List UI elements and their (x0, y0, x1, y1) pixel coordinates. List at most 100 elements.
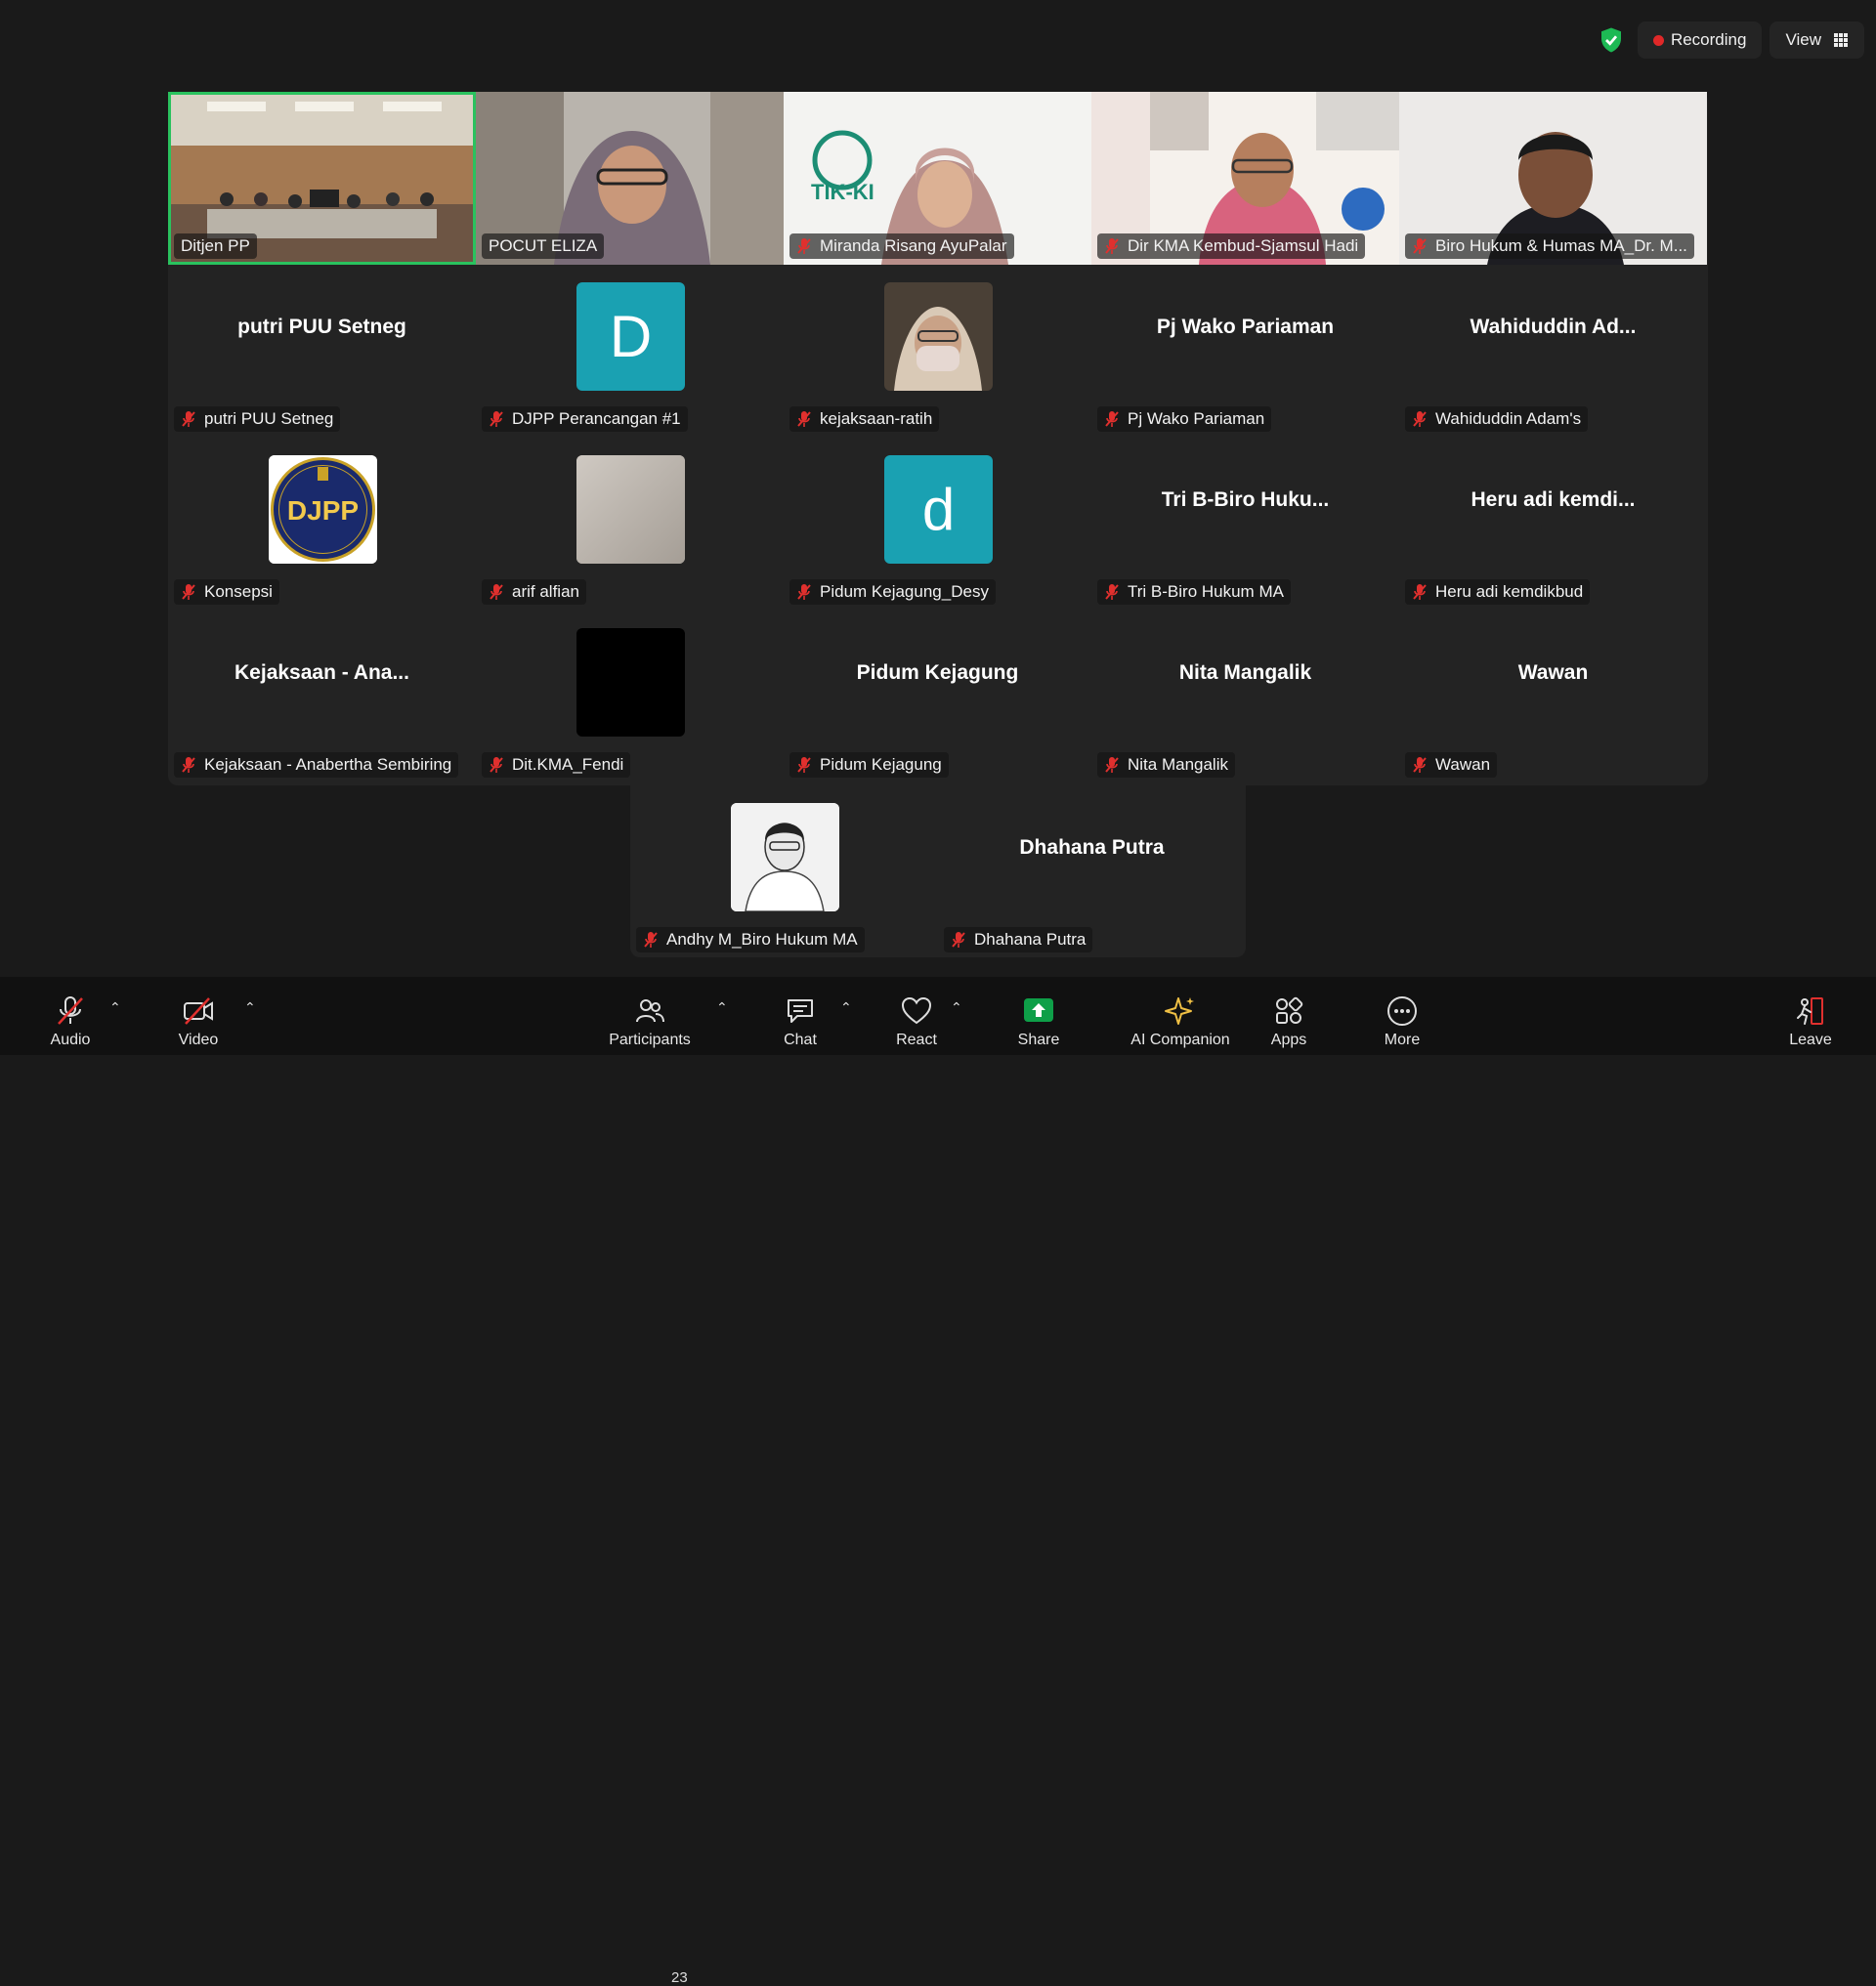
participants-count: 23 (671, 1969, 688, 1986)
audio-button[interactable]: Audio (17, 985, 124, 1049)
chat-options-chevron-icon[interactable]: ⌃ (840, 999, 852, 1016)
audio-options-chevron-icon[interactable]: ⌃ (109, 999, 121, 1016)
participant-name-tag: Wahiduddin Adam's (1405, 406, 1589, 432)
participant-name-tag: Heru adi kemdikbud (1405, 579, 1591, 605)
recording-dot-icon (1652, 34, 1664, 46)
avatar (576, 628, 685, 737)
participant-name-tag: Dir KMA Kembud-Sjamsul Hadi (1097, 233, 1366, 259)
participant-tile[interactable]: Dit.KMA_Fendi (476, 611, 784, 783)
participant-tile[interactable]: Kejaksaan - Ana... Kejaksaan - Anabertha… (168, 611, 476, 783)
avatar (731, 803, 839, 911)
ai-companion-label: AI Companion (1130, 1032, 1230, 1048)
participant-display-name: putri PUU Setneg (237, 316, 406, 338)
leave-button[interactable]: Leave (1757, 985, 1864, 1049)
grid-view-icon (1834, 33, 1848, 47)
video-tile-pocut-eliza[interactable]: POCUT ELIZA (476, 92, 784, 265)
recording-label: Recording (1670, 30, 1747, 49)
profile-photo (884, 282, 993, 391)
djpp-logo: DJPP (269, 455, 377, 564)
participant-tile[interactable]: Andhy M_Biro Hukum MA (630, 785, 938, 958)
profile-photo (731, 803, 839, 911)
more-button[interactable]: More (1348, 985, 1456, 1049)
participant-name: putri PUU Setneg (204, 409, 334, 428)
apps-button[interactable]: Apps (1235, 985, 1343, 1049)
mic-muted-icon (1105, 238, 1119, 254)
mic-muted-icon (182, 584, 195, 600)
video-off-icon (184, 997, 213, 1025)
participant-display-name: Wahiduddin Ad... (1470, 316, 1637, 338)
more-label: More (1384, 1032, 1421, 1048)
participant-tile[interactable]: putri PUU Setneg putri PUU Setneg (168, 265, 476, 438)
participant-name: Pj Wako Pariaman (1128, 409, 1265, 428)
video-tile-biro-hukum[interactable]: Biro Hukum & Humas MA_Dr. M... (1399, 92, 1707, 265)
participant-name-tag: POCUT ELIZA (482, 233, 605, 259)
video-tile-miranda[interactable]: TIK-KI Miranda Risang AyuPalar (784, 92, 1091, 265)
mic-muted-icon (490, 757, 503, 773)
chat-icon (788, 999, 813, 1023)
video-tile-ditjen-pp[interactable]: Ditjen PP (168, 92, 476, 265)
mic-muted-icon (644, 932, 658, 948)
participant-tile[interactable]: Wawan Wawan (1399, 611, 1707, 783)
participant-tile[interactable]: Wahiduddin Ad... Wahiduddin Adam's (1399, 265, 1707, 438)
react-button[interactable]: React (863, 985, 970, 1049)
participant-tile[interactable]: arif alfian (476, 438, 784, 611)
participant-name-tag: DJPP Perancangan #1 (482, 406, 688, 432)
video-tile-dir-kma[interactable]: Dir KMA Kembud-Sjamsul Hadi (1091, 92, 1399, 265)
participant-name: Tri B-Biro Hukum MA (1128, 582, 1284, 601)
participants-options-chevron-icon[interactable]: ⌃ (716, 999, 728, 1016)
participant-tile[interactable]: D DJPP Perancangan #1 (476, 265, 784, 438)
participant-name-tag: Biro Hukum & Humas MA_Dr. M... (1405, 233, 1694, 259)
mic-muted-icon (1413, 411, 1427, 427)
heart-icon (901, 996, 932, 1025)
participant-name-tag: Pj Wako Pariaman (1097, 406, 1272, 432)
participant-tile[interactable]: Tri B-Biro Huku... Tri B-Biro Hukum MA (1091, 438, 1399, 611)
audio-label: Audio (50, 1032, 91, 1048)
svg-text:TIK-KI: TIK-KI (811, 180, 874, 204)
share-button[interactable]: Share (985, 985, 1092, 1049)
chat-button[interactable]: Chat (746, 985, 854, 1049)
video-options-chevron-icon[interactable]: ⌃ (244, 999, 256, 1016)
participant-name-tag: Tri B-Biro Hukum MA (1097, 579, 1291, 605)
participant-tile[interactable]: Pj Wako Pariaman Pj Wako Pariaman (1091, 265, 1399, 438)
mic-muted-icon (1413, 238, 1427, 254)
view-button[interactable]: View (1769, 21, 1864, 59)
react-options-chevron-icon[interactable]: ⌃ (951, 999, 962, 1016)
participant-display-name: Pj Wako Pariaman (1156, 316, 1335, 338)
participant-name-tag: arif alfian (482, 579, 586, 605)
participant-display-name: Wawan (1517, 661, 1589, 684)
mic-muted-icon (797, 411, 811, 427)
participant-name-tag: Dhahana Putra (944, 927, 1093, 952)
mic-muted-icon (1413, 757, 1427, 773)
svg-text:DJPP: DJPP (287, 495, 359, 526)
avatar: d (884, 455, 993, 564)
gallery-grid: Ditjen PP POCUT ELIZA TIK-KI Miranda Ris… (168, 92, 1708, 785)
participant-display-name: Nita Mangalik (1178, 661, 1312, 684)
video-label: Video (178, 1032, 219, 1048)
participant-display-name: Pidum Kejagung (856, 661, 1019, 684)
participant-tile[interactable]: DJPP Konsepsi (168, 438, 476, 611)
participant-name: Dhahana Putra (974, 930, 1087, 949)
participant-tile[interactable]: d Pidum Kejagung_Desy (784, 438, 1091, 611)
share-screen-icon (1024, 998, 1053, 1022)
mic-muted-icon (1105, 411, 1119, 427)
video-button[interactable]: Video (145, 985, 252, 1049)
participant-name: Wahiduddin Adam's (1435, 409, 1582, 428)
participants-button[interactable]: Participants (596, 985, 704, 1049)
participant-name-tag: Kejaksaan - Anabertha Sembiring (174, 752, 459, 778)
participant-name: Miranda Risang AyuPalar (820, 236, 1007, 255)
participant-name-tag: Konsepsi (174, 579, 279, 605)
participant-tile[interactable]: Heru adi kemdi... Heru adi kemdikbud (1399, 438, 1707, 611)
participant-name-tag: Wawan (1405, 752, 1498, 778)
security-shield-icon[interactable] (1597, 25, 1626, 55)
participant-tile[interactable]: Nita Mangalik Nita Mangalik (1091, 611, 1399, 783)
chat-label: Chat (784, 1032, 817, 1048)
participant-name: Pidum Kejagung_Desy (820, 582, 989, 601)
participant-tile[interactable]: Dhahana Putra Dhahana Putra (938, 785, 1246, 958)
participant-tile[interactable]: kejaksaan-ratih (784, 265, 1091, 438)
share-label: Share (1017, 1032, 1060, 1048)
participant-name: Heru adi kemdikbud (1435, 582, 1584, 601)
mic-muted-icon (797, 757, 811, 773)
participant-tile[interactable]: Pidum Kejagung Pidum Kejagung (784, 611, 1091, 783)
recording-indicator[interactable]: Recording (1637, 21, 1763, 59)
ai-companion-button[interactable]: AI Companion (1117, 985, 1244, 1049)
